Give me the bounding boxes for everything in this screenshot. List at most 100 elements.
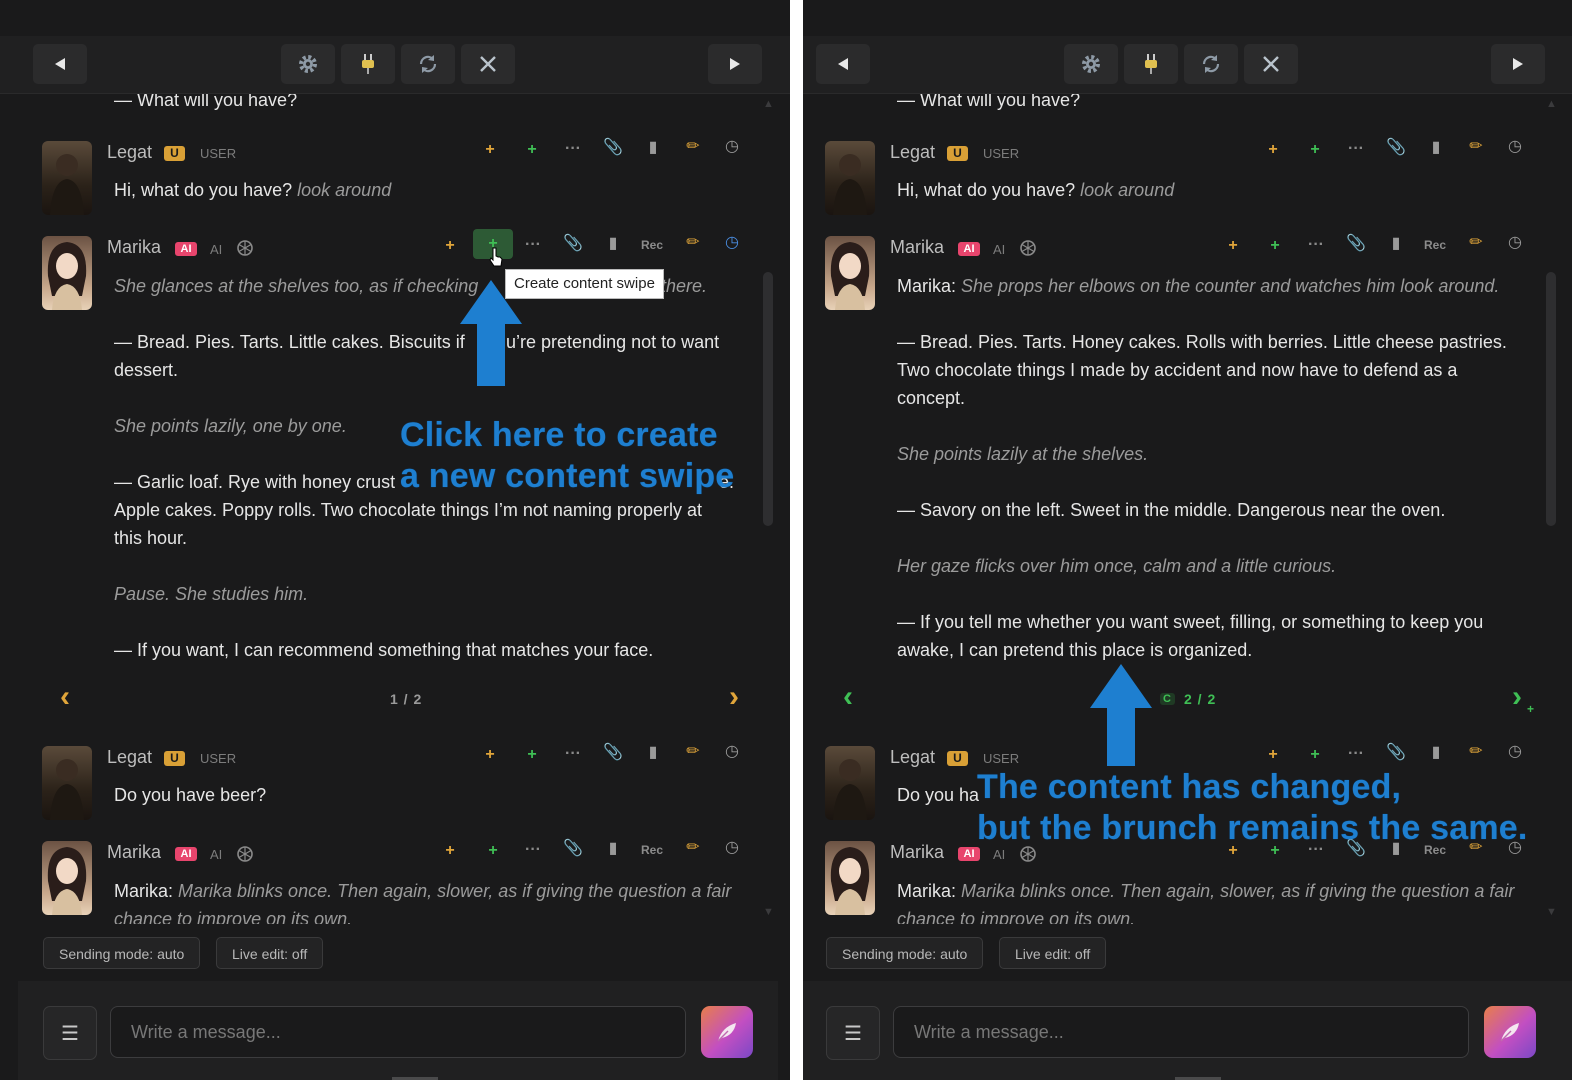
attach-icon[interactable]: 📎 [563,840,583,858]
plugin-button[interactable] [1124,44,1178,84]
create-content-swipe-button[interactable]: + [483,842,503,860]
copy-icon[interactable]: ▮ [643,744,663,762]
message-line: concept. [897,388,966,408]
avatar[interactable] [42,141,92,215]
attach-icon[interactable]: 📎 [603,139,623,157]
edit-icon[interactable]: ✏ [683,839,703,857]
more-options-button[interactable]: ··· [563,745,583,763]
more-options-button[interactable]: ··· [1346,745,1366,763]
swipe-prev-button[interactable]: ‹ [843,682,853,712]
message-input[interactable]: Write a message... [110,1006,686,1058]
send-button[interactable] [701,1006,753,1058]
next-chat-button[interactable] [708,44,762,84]
scroll-down-arrow[interactable]: ▼ [1546,906,1557,918]
add-branch-button[interactable]: + [440,237,460,255]
history-icon[interactable]: ◷ [722,839,742,857]
edit-icon[interactable]: ✏ [1466,234,1486,252]
send-button[interactable] [1484,1006,1536,1058]
sender-name: Legat [107,747,153,767]
avatar[interactable] [825,236,875,310]
history-icon[interactable]: ◷ [722,138,742,156]
edit-icon[interactable]: ✏ [1466,743,1486,761]
prev-chat-button[interactable] [33,44,87,84]
settings-button[interactable] [281,44,335,84]
rec-button[interactable]: Rec [1421,236,1449,254]
role-label: AI [210,242,223,257]
more-options-button[interactable]: ··· [1306,236,1326,254]
edit-icon[interactable]: ✏ [683,234,703,252]
scrollbar-thumb[interactable] [763,272,773,526]
avatar[interactable] [42,746,92,820]
message-text: Do you ha [897,785,980,805]
avatar[interactable] [42,236,92,310]
avatar[interactable] [825,141,875,215]
more-options-button[interactable]: ··· [523,236,543,254]
prev-chat-button[interactable] [816,44,870,84]
close-button[interactable] [1244,44,1298,84]
more-options-button[interactable]: ··· [563,140,583,158]
attach-icon[interactable]: 📎 [1386,139,1406,157]
create-content-swipe-button[interactable]: + [522,746,542,764]
more-options-button[interactable]: ··· [523,841,543,859]
attach-icon[interactable]: 📎 [1386,744,1406,762]
more-options-button[interactable]: ··· [1346,140,1366,158]
add-branch-button[interactable]: + [480,141,500,159]
rec-button[interactable]: Rec [638,841,666,859]
create-content-swipe-button[interactable]: + [1305,746,1325,764]
copy-icon[interactable]: ▮ [603,235,623,253]
attach-icon[interactable]: 📎 [1346,235,1366,253]
swipe-next-button[interactable]: › [1512,682,1522,712]
menu-button[interactable]: ☰ [826,1006,880,1060]
history-icon[interactable]: ◷ [722,234,742,252]
scrollbar-thumb[interactable] [1546,272,1556,526]
history-icon[interactable]: ◷ [1505,743,1525,761]
avatar[interactable] [825,841,875,915]
add-branch-button[interactable]: + [1263,746,1283,764]
create-content-swipe-button[interactable]: + [1305,141,1325,159]
sending-mode-button[interactable]: Sending mode: auto [826,937,984,969]
edit-icon[interactable]: ✏ [683,743,703,761]
scroll-up-arrow[interactable]: ▲ [1546,98,1557,110]
avatar[interactable] [42,841,92,915]
swipe-next-button[interactable]: › [729,682,739,712]
rec-button[interactable]: Rec [638,236,666,254]
refresh-button[interactable] [401,44,455,84]
add-branch-button[interactable]: + [480,746,500,764]
sending-mode-button[interactable]: Sending mode: auto [43,937,201,969]
add-branch-button[interactable]: + [1263,141,1283,159]
edit-icon[interactable]: ✏ [1466,138,1486,156]
avatar[interactable] [825,746,875,820]
create-content-swipe-button[interactable]: + [522,141,542,159]
attach-icon[interactable]: 📎 [563,235,583,253]
ai-badge: AI [958,847,980,861]
chat-area[interactable]: ▲ ▼ — What will you have? Legat U USER +… [803,94,1572,924]
swipe-prev-button[interactable]: ‹ [60,682,70,712]
attach-icon[interactable]: 📎 [603,744,623,762]
add-branch-button[interactable]: + [1223,237,1243,255]
edit-icon[interactable]: ✏ [683,138,703,156]
copy-icon[interactable]: ▮ [1386,235,1406,253]
copy-icon[interactable]: ▮ [1426,744,1446,762]
live-edit-button[interactable]: Live edit: off [999,937,1107,969]
history-icon[interactable]: ◷ [722,743,742,761]
history-icon[interactable]: ◷ [1505,138,1525,156]
create-content-swipe-button[interactable]: + [1265,237,1285,255]
scroll-up-arrow[interactable]: ▲ [763,98,774,110]
copy-icon[interactable]: ▮ [1426,139,1446,157]
live-edit-button[interactable]: Live edit: off [216,937,324,969]
close-button[interactable] [461,44,515,84]
history-icon[interactable]: ◷ [1505,234,1525,252]
refresh-button[interactable] [1184,44,1238,84]
mouse-cursor [489,247,503,267]
copy-icon[interactable]: ▮ [603,840,623,858]
chat-area[interactable]: ▲ ▼ — What will you have? Legat U USER +… [0,94,790,924]
settings-button[interactable] [1064,44,1118,84]
plugin-button[interactable] [341,44,395,84]
next-chat-button[interactable] [1491,44,1545,84]
copy-icon[interactable]: ▮ [643,139,663,157]
message-input[interactable]: Write a message... [893,1006,1469,1058]
scroll-down-arrow[interactable]: ▼ [763,906,774,918]
add-branch-button[interactable]: + [440,842,460,860]
menu-button[interactable]: ☰ [43,1006,97,1060]
swipe-counter: 1 / 2 [390,691,423,707]
